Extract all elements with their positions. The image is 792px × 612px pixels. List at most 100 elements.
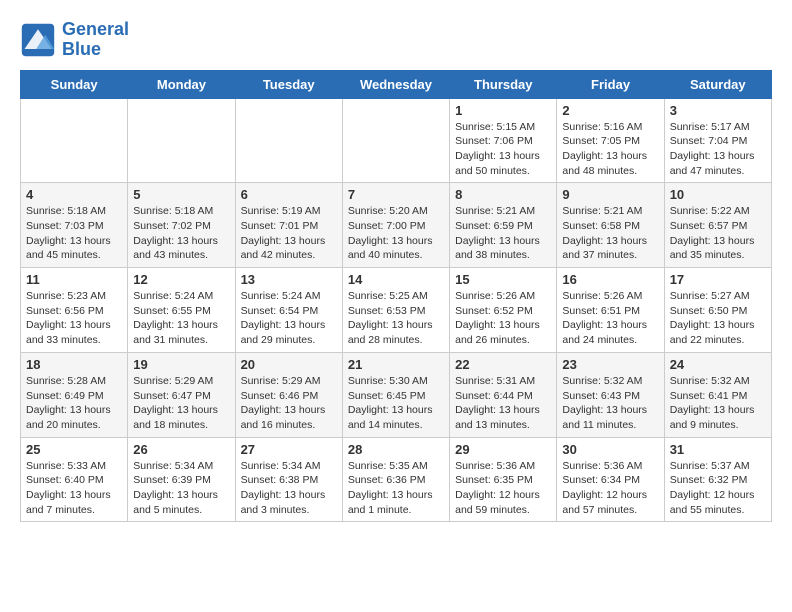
calendar-cell: 7 Sunrise: 5:20 AM Sunset: 7:00 PM Daylig… — [342, 183, 449, 268]
day-info: Sunrise: 5:22 AM Sunset: 6:57 PM Dayligh… — [670, 204, 766, 263]
day-number: 21 — [348, 357, 444, 372]
day-number: 29 — [455, 442, 551, 457]
header-monday: Monday — [128, 70, 235, 98]
day-info: Sunrise: 5:21 AM Sunset: 6:58 PM Dayligh… — [562, 204, 658, 263]
week-row-1: 1 Sunrise: 5:15 AM Sunset: 7:06 PM Daylig… — [21, 98, 772, 183]
calendar-cell: 9 Sunrise: 5:21 AM Sunset: 6:58 PM Daylig… — [557, 183, 664, 268]
day-info: Sunrise: 5:32 AM Sunset: 6:43 PM Dayligh… — [562, 374, 658, 433]
day-info: Sunrise: 5:32 AM Sunset: 6:41 PM Dayligh… — [670, 374, 766, 433]
day-number: 7 — [348, 187, 444, 202]
calendar-cell: 4 Sunrise: 5:18 AM Sunset: 7:03 PM Daylig… — [21, 183, 128, 268]
day-info: Sunrise: 5:33 AM Sunset: 6:40 PM Dayligh… — [26, 459, 122, 518]
calendar-cell: 17Sunrise: 5:27 AM Sunset: 6:50 PM Dayli… — [664, 268, 771, 353]
day-number: 23 — [562, 357, 658, 372]
day-number: 9 — [562, 187, 658, 202]
day-number: 10 — [670, 187, 766, 202]
day-info: Sunrise: 5:37 AM Sunset: 6:32 PM Dayligh… — [670, 459, 766, 518]
day-info: Sunrise: 5:36 AM Sunset: 6:34 PM Dayligh… — [562, 459, 658, 518]
calendar-table: SundayMondayTuesdayWednesdayThursdayFrid… — [20, 70, 772, 523]
day-number: 4 — [26, 187, 122, 202]
day-info: Sunrise: 5:24 AM Sunset: 6:54 PM Dayligh… — [241, 289, 337, 348]
calendar-cell: 22Sunrise: 5:31 AM Sunset: 6:44 PM Dayli… — [450, 352, 557, 437]
day-number: 15 — [455, 272, 551, 287]
day-info: Sunrise: 5:25 AM Sunset: 6:53 PM Dayligh… — [348, 289, 444, 348]
header-sunday: Sunday — [21, 70, 128, 98]
logo: General Blue — [20, 20, 129, 60]
day-info: Sunrise: 5:21 AM Sunset: 6:59 PM Dayligh… — [455, 204, 551, 263]
day-number: 27 — [241, 442, 337, 457]
calendar-cell — [235, 98, 342, 183]
day-info: Sunrise: 5:24 AM Sunset: 6:55 PM Dayligh… — [133, 289, 229, 348]
calendar-cell: 1 Sunrise: 5:15 AM Sunset: 7:06 PM Daylig… — [450, 98, 557, 183]
week-row-3: 11 Sunrise: 5:23 AM Sunset: 6:56 PM Dayli… — [21, 268, 772, 353]
day-info: Sunrise: 5:16 AM Sunset: 7:05 PM Dayligh… — [562, 120, 658, 179]
day-number: 26 — [133, 442, 229, 457]
calendar-cell: 16 Sunrise: 5:26 AM Sunset: 6:51 PM Dayli… — [557, 268, 664, 353]
day-info: Sunrise: 5:34 AM Sunset: 6:38 PM Dayligh… — [241, 459, 337, 518]
week-row-2: 4 Sunrise: 5:18 AM Sunset: 7:03 PM Daylig… — [21, 183, 772, 268]
page-header: General Blue — [20, 20, 772, 60]
header-thursday: Thursday — [450, 70, 557, 98]
header-row: SundayMondayTuesdayWednesdayThursdayFrid… — [21, 70, 772, 98]
day-number: 11 — [26, 272, 122, 287]
calendar-cell: 27 Sunrise: 5:34 AM Sunset: 6:38 PM Dayli… — [235, 437, 342, 522]
calendar-cell — [128, 98, 235, 183]
day-number: 20 — [241, 357, 337, 372]
calendar-cell: 28Sunrise: 5:35 AM Sunset: 6:36 PM Dayli… — [342, 437, 449, 522]
calendar-cell: 24 Sunrise: 5:32 AM Sunset: 6:41 PM Dayli… — [664, 352, 771, 437]
day-number: 8 — [455, 187, 551, 202]
day-number: 6 — [241, 187, 337, 202]
day-info: Sunrise: 5:19 AM Sunset: 7:01 PM Dayligh… — [241, 204, 337, 263]
calendar-cell: 23 Sunrise: 5:32 AM Sunset: 6:43 PM Dayli… — [557, 352, 664, 437]
day-info: Sunrise: 5:29 AM Sunset: 6:46 PM Dayligh… — [241, 374, 337, 433]
day-number: 13 — [241, 272, 337, 287]
day-number: 22 — [455, 357, 551, 372]
calendar-cell: 29 Sunrise: 5:36 AM Sunset: 6:35 PM Dayli… — [450, 437, 557, 522]
calendar-cell: 14 Sunrise: 5:25 AM Sunset: 6:53 PM Dayli… — [342, 268, 449, 353]
header-friday: Friday — [557, 70, 664, 98]
day-info: Sunrise: 5:27 AM Sunset: 6:50 PM Dayligh… — [670, 289, 766, 348]
calendar-cell: 8 Sunrise: 5:21 AM Sunset: 6:59 PM Daylig… — [450, 183, 557, 268]
day-info: Sunrise: 5:15 AM Sunset: 7:06 PM Dayligh… — [455, 120, 551, 179]
calendar-cell: 11 Sunrise: 5:23 AM Sunset: 6:56 PM Dayli… — [21, 268, 128, 353]
day-number: 16 — [562, 272, 658, 287]
calendar-cell: 10 Sunrise: 5:22 AM Sunset: 6:57 PM Dayli… — [664, 183, 771, 268]
day-number: 14 — [348, 272, 444, 287]
day-number: 1 — [455, 103, 551, 118]
day-number: 30 — [562, 442, 658, 457]
header-wednesday: Wednesday — [342, 70, 449, 98]
calendar-cell: 3Sunrise: 5:17 AM Sunset: 7:04 PM Daylig… — [664, 98, 771, 183]
header-saturday: Saturday — [664, 70, 771, 98]
day-info: Sunrise: 5:28 AM Sunset: 6:49 PM Dayligh… — [26, 374, 122, 433]
calendar-cell: 19Sunrise: 5:29 AM Sunset: 6:47 PM Dayli… — [128, 352, 235, 437]
day-number: 28 — [348, 442, 444, 457]
day-number: 24 — [670, 357, 766, 372]
calendar-cell: 5 Sunrise: 5:18 AM Sunset: 7:02 PM Daylig… — [128, 183, 235, 268]
calendar-cell: 2 Sunrise: 5:16 AM Sunset: 7:05 PM Daylig… — [557, 98, 664, 183]
day-number: 5 — [133, 187, 229, 202]
day-info: Sunrise: 5:30 AM Sunset: 6:45 PM Dayligh… — [348, 374, 444, 433]
calendar-cell — [21, 98, 128, 183]
calendar-cell: 20 Sunrise: 5:29 AM Sunset: 6:46 PM Dayli… — [235, 352, 342, 437]
day-info: Sunrise: 5:18 AM Sunset: 7:02 PM Dayligh… — [133, 204, 229, 263]
logo-text: General Blue — [62, 20, 129, 60]
calendar-cell: 13 Sunrise: 5:24 AM Sunset: 6:54 PM Dayli… — [235, 268, 342, 353]
day-number: 2 — [562, 103, 658, 118]
day-info: Sunrise: 5:36 AM Sunset: 6:35 PM Dayligh… — [455, 459, 551, 518]
day-number: 31 — [670, 442, 766, 457]
calendar-cell: 15 Sunrise: 5:26 AM Sunset: 6:52 PM Dayli… — [450, 268, 557, 353]
day-info: Sunrise: 5:23 AM Sunset: 6:56 PM Dayligh… — [26, 289, 122, 348]
calendar-cell: 21 Sunrise: 5:30 AM Sunset: 6:45 PM Dayli… — [342, 352, 449, 437]
logo-icon — [20, 22, 56, 58]
day-number: 3 — [670, 103, 766, 118]
day-info: Sunrise: 5:20 AM Sunset: 7:00 PM Dayligh… — [348, 204, 444, 263]
day-number: 12 — [133, 272, 229, 287]
day-info: Sunrise: 5:26 AM Sunset: 6:52 PM Dayligh… — [455, 289, 551, 348]
day-number: 18 — [26, 357, 122, 372]
calendar-cell: 26Sunrise: 5:34 AM Sunset: 6:39 PM Dayli… — [128, 437, 235, 522]
calendar-cell: 30 Sunrise: 5:36 AM Sunset: 6:34 PM Dayli… — [557, 437, 664, 522]
day-number: 19 — [133, 357, 229, 372]
day-info: Sunrise: 5:26 AM Sunset: 6:51 PM Dayligh… — [562, 289, 658, 348]
calendar-cell: 25Sunrise: 5:33 AM Sunset: 6:40 PM Dayli… — [21, 437, 128, 522]
day-info: Sunrise: 5:18 AM Sunset: 7:03 PM Dayligh… — [26, 204, 122, 263]
